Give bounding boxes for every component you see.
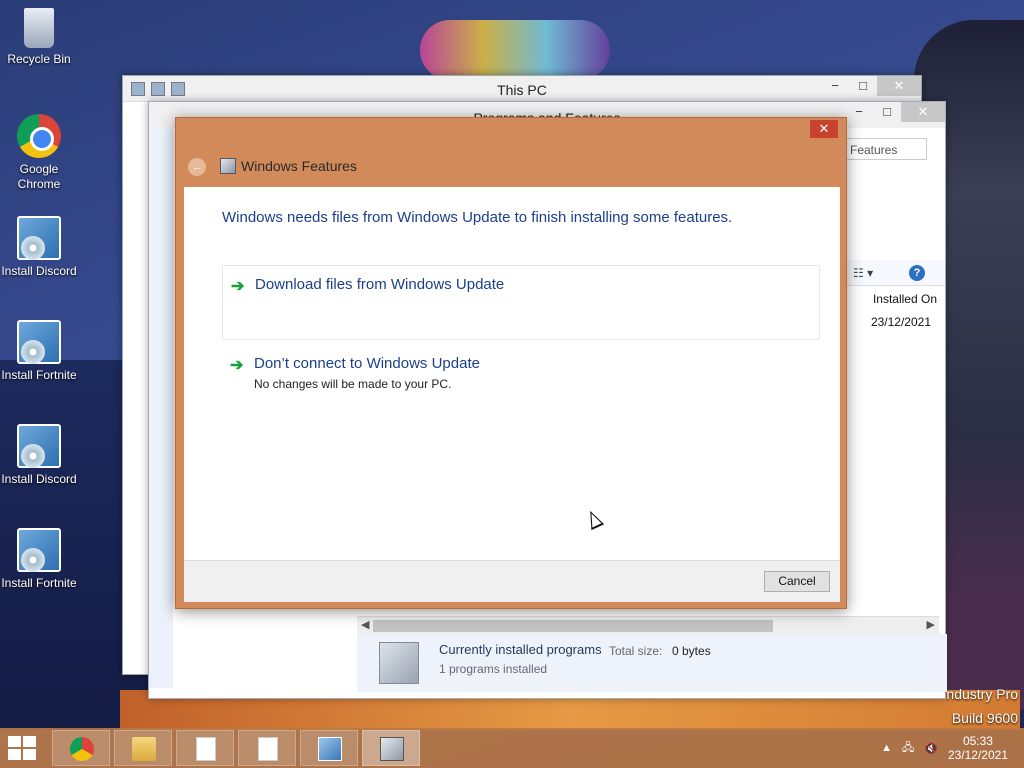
- desktop-icon-install-discord-2[interactable]: Install Discord: [0, 424, 78, 487]
- minimize-button[interactable]: −: [845, 102, 873, 122]
- cancel-button[interactable]: Cancel: [764, 571, 830, 592]
- desktop-icon-install-fortnite[interactable]: Install Fortnite: [0, 320, 78, 383]
- desktop-icon-label: Install Discord: [1, 264, 77, 278]
- watermark-build: Build 9600: [951, 710, 1018, 726]
- desktop-icon-label: Install Discord: [1, 472, 77, 486]
- green-arrow-icon: ➔: [231, 278, 245, 295]
- view-options-icon[interactable]: ☷ ▾: [853, 266, 873, 280]
- clock-time: 05:33: [962, 734, 993, 748]
- file-explorer-icon: [132, 737, 156, 761]
- installer-icon: [17, 320, 61, 364]
- horizontal-scrollbar[interactable]: ◀ ▶: [357, 616, 939, 634]
- desktop-icon-label: Google Chrome: [17, 162, 61, 191]
- option-download-from-windows-update[interactable]: ➔ Download files from Windows Update: [222, 265, 820, 340]
- status-heading: Currently installed programs: [439, 642, 602, 657]
- chrome-icon: [17, 114, 61, 158]
- dialog-content: Windows needs files from Windows Update …: [184, 187, 840, 560]
- dialog-footer: Cancel: [184, 560, 840, 602]
- dialog-message: Windows needs files from Windows Update …: [222, 209, 733, 226]
- watermark-edition: ndustry Pro: [946, 686, 1018, 702]
- taskbar-programs-features[interactable]: [362, 730, 420, 766]
- windows-features-dialog[interactable]: ✕ ← Windows Features Windows needs files…: [175, 117, 847, 609]
- network-icon: [318, 737, 342, 761]
- installer-icon: [17, 424, 61, 468]
- option-dont-connect[interactable]: ➔ Don’t connect to Windows Update No cha…: [222, 345, 820, 400]
- taskbar-network[interactable]: [300, 730, 358, 766]
- document-icon: [258, 737, 278, 761]
- desktop-icon-label: Install Fortnite: [1, 368, 77, 382]
- close-button[interactable]: ✕: [877, 76, 921, 96]
- document-icon: [196, 737, 216, 761]
- network-status-icon[interactable]: 🖧: [902, 739, 914, 758]
- system-tray: ▲ 🖧 🔇 05:33 23/12/2021: [881, 734, 1008, 762]
- package-icon: [379, 642, 419, 684]
- taskbar-file-explorer[interactable]: [114, 730, 172, 766]
- option-label: Download files from Windows Update: [255, 276, 505, 293]
- close-button[interactable]: ✕: [901, 102, 945, 122]
- table-cell-date[interactable]: 23/12/2021: [871, 315, 931, 329]
- volume-muted-icon[interactable]: 🔇: [924, 742, 938, 755]
- view-toolbar: ☷ ▾ ?: [845, 260, 945, 286]
- back-arrow-icon[interactable]: ←: [188, 158, 206, 176]
- wallpaper-decoration: [420, 20, 610, 80]
- scroll-right-icon[interactable]: ▶: [927, 618, 935, 631]
- clock[interactable]: 05:33 23/12/2021: [948, 734, 1008, 762]
- minimize-button[interactable]: −: [821, 76, 849, 96]
- desktop-icon-label: Recycle Bin: [7, 52, 71, 66]
- desktop-icon-install-fortnite-2[interactable]: Install Fortnite: [0, 528, 78, 591]
- window-title: This PC: [497, 82, 547, 98]
- column-header-installed-on[interactable]: Installed On: [873, 292, 937, 306]
- recycle-bin-icon: [24, 8, 54, 48]
- installer-icon: [17, 528, 61, 572]
- taskbar: ▲ 🖧 🔇 05:33 23/12/2021: [0, 728, 1024, 768]
- green-arrow-icon: ➔: [230, 357, 244, 374]
- navigation-pane: [149, 128, 173, 688]
- desktop-icon-label: Install Fortnite: [1, 576, 77, 590]
- taskbar-document[interactable]: [176, 730, 234, 766]
- scroll-left-icon[interactable]: ◀: [361, 618, 369, 631]
- option-label: Don’t connect to Windows Update: [254, 355, 480, 372]
- total-size-value: 0 bytes: [672, 644, 711, 658]
- option-description: No changes will be made to your PC.: [254, 377, 452, 391]
- windows-features-icon: [220, 158, 236, 174]
- windows-start-icon[interactable]: [8, 736, 38, 760]
- search-input[interactable]: Features: [843, 138, 927, 160]
- taskbar-chrome[interactable]: [52, 730, 110, 766]
- desktop-icon-google-chrome[interactable]: Google Chrome: [0, 114, 78, 192]
- chrome-icon: [70, 737, 94, 761]
- maximize-button[interactable]: □: [873, 102, 901, 122]
- close-button[interactable]: ✕: [810, 120, 838, 138]
- taskbar-document-2[interactable]: [238, 730, 296, 766]
- maximize-button[interactable]: □: [849, 76, 877, 96]
- installer-icon: [17, 216, 61, 260]
- help-icon[interactable]: ?: [909, 265, 925, 281]
- scrollbar-thumb[interactable]: [373, 620, 773, 632]
- title-bar[interactable]: This PC − □ ✕: [123, 76, 921, 102]
- desktop-icon-recycle-bin[interactable]: Recycle Bin: [0, 8, 78, 67]
- programs-count: 1 programs installed: [439, 662, 548, 676]
- total-size-label: Total size:: [609, 644, 663, 658]
- desktop-icon-install-discord[interactable]: Install Discord: [0, 216, 78, 279]
- status-bar: Currently installed programs Total size:…: [357, 634, 947, 692]
- dialog-title: Windows Features: [241, 158, 357, 174]
- clock-date: 23/12/2021: [947, 748, 1008, 762]
- package-icon: [380, 737, 404, 761]
- show-hidden-icons-icon[interactable]: ▲: [881, 742, 892, 754]
